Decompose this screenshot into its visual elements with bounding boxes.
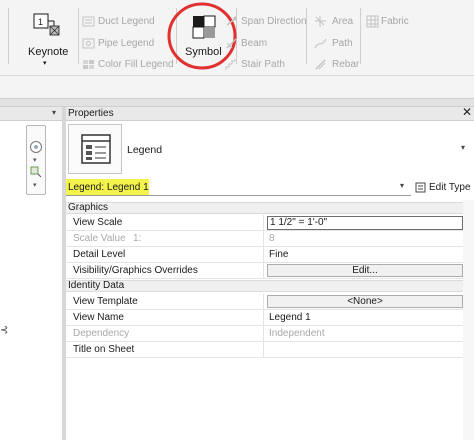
edit-type-label: Edit Type	[429, 182, 471, 193]
property-row-view-scale: View Scale 1 1/2" = 1'-0"	[66, 215, 474, 231]
view-name-value[interactable]: Legend 1	[269, 312, 311, 323]
keynote-icon: 1	[33, 13, 60, 36]
area-button[interactable]: Area	[315, 15, 360, 29]
property-row-vg-overrides: Visibility/Graphics Overrides Edit...	[66, 263, 474, 279]
pipe-legend-icon	[82, 38, 95, 49]
detail-level-value[interactable]: Fine	[269, 249, 288, 260]
chevron-down-icon[interactable]: ▾	[461, 143, 465, 152]
color-fill-legend-icon	[83, 60, 94, 69]
chevron-down-icon[interactable]: ▾	[33, 156, 37, 164]
fabric-icon	[366, 15, 379, 28]
path-label: Path	[332, 38, 353, 49]
pipe-legend-button[interactable]: Pipe Legend	[82, 37, 174, 51]
property-row-view-name[interactable]: View Name Legend 1	[66, 310, 474, 326]
rebar-icon	[315, 59, 326, 70]
ribbon-separator	[78, 8, 79, 64]
property-row-title-on-sheet[interactable]: Title on Sheet	[66, 342, 474, 358]
view-template-label: View Template	[73, 296, 138, 307]
instance-selector-label: Legend: Legend 1	[68, 182, 149, 193]
span-direction-label: Span Direction	[241, 16, 307, 27]
view-template-button[interactable]: <None>	[267, 295, 463, 308]
chevron-down-icon: ▾	[400, 181, 405, 190]
pane-menu-icon[interactable]: ▾	[52, 108, 56, 117]
edit-type-button[interactable]: Edit Type	[415, 180, 473, 195]
left-edge-mark: ⊰	[0, 325, 9, 336]
stair-path-button[interactable]: Stair Path	[225, 58, 299, 72]
path-button[interactable]: Path	[314, 37, 360, 51]
rebar-label: Rebar	[332, 59, 360, 70]
properties-title: Properties	[68, 108, 114, 119]
dependency-value: Independent	[269, 328, 325, 339]
fabric-label: Fabric	[381, 16, 409, 27]
legend-view-icon	[81, 134, 111, 164]
section-graphics-label: Graphics	[68, 202, 109, 213]
view-name-label: View Name	[73, 312, 124, 323]
property-row-scale-value: Scale Value 1: 8	[66, 231, 474, 247]
span-direction-icon	[226, 16, 237, 26]
color-fill-legend-label: Color Fill Legend	[98, 59, 174, 70]
close-icon[interactable]: ✕	[462, 105, 472, 119]
property-row-detail-level[interactable]: Detail Level Fine	[66, 247, 474, 263]
navigation-bar: ▾ ▾	[26, 125, 46, 195]
view-scale-field[interactable]: 1 1/2" = 1'-0"	[267, 216, 463, 230]
steering-wheel-icon[interactable]	[29, 140, 43, 154]
fabric-button[interactable]: Fabric	[366, 15, 416, 29]
path-icon	[314, 38, 327, 49]
dependency-label: Dependency	[73, 328, 130, 339]
chevron-down-icon[interactable]: ▾	[33, 181, 37, 189]
duct-legend-label: Duct Legend	[98, 16, 155, 27]
svg-text:1: 1	[38, 17, 43, 27]
ribbon-separator	[360, 8, 361, 64]
instance-selector[interactable]: Legend: Legend 1 ▾	[66, 180, 411, 196]
vg-overrides-edit-button[interactable]: Edit...	[267, 264, 463, 277]
beam-label: Beam	[241, 38, 268, 49]
keynote-label: Keynote	[28, 46, 69, 58]
duct-legend-icon	[82, 16, 95, 27]
type-name: Legend	[127, 144, 163, 156]
left-pane-header: ▾	[0, 107, 64, 121]
zoom-icon[interactable]	[30, 166, 42, 178]
chevron-down-icon: ▾	[43, 60, 47, 67]
duct-legend-button[interactable]: Duct Legend	[82, 15, 174, 29]
ribbon-bottom-strip	[0, 98, 474, 107]
section-identity-label: Identity Data	[68, 280, 125, 291]
beam-button[interactable]: Beam	[226, 37, 299, 51]
property-row-view-template: View Template <None>	[66, 294, 474, 310]
stair-path-label: Stair Path	[241, 59, 285, 70]
legend-type-thumbnail	[68, 124, 122, 174]
view-scale-label: View Scale	[73, 217, 123, 228]
area-icon	[315, 16, 326, 27]
edit-type-icon	[415, 182, 426, 193]
properties-scrollbar[interactable]	[463, 200, 474, 440]
scale-value-value: 8	[269, 233, 275, 244]
ribbon-separator	[8, 8, 9, 64]
ribbon-panel-bar	[0, 75, 474, 76]
detail-level-label: Detail Level	[73, 249, 126, 260]
span-direction-button[interactable]: Span Direction	[226, 15, 311, 29]
property-row-dependency: Dependency Independent	[66, 326, 474, 342]
pipe-legend-label: Pipe Legend	[98, 38, 155, 49]
vg-overrides-label: Visibility/Graphics Overrides	[73, 265, 198, 276]
section-identity-data[interactable]: Identity Data ⌃	[66, 279, 474, 292]
rebar-button[interactable]: Rebar	[315, 58, 360, 72]
properties-title-bar: Properties ✕	[66, 105, 474, 121]
keynote-button[interactable]: 1 Keynote ▾	[22, 8, 72, 67]
beam-icon	[226, 38, 237, 49]
area-label: Area	[332, 16, 354, 27]
scale-value-label: Scale Value	[73, 233, 126, 244]
scale-value-prefix: 1:	[133, 233, 142, 244]
color-fill-legend-button[interactable]: Color Fill Legend	[82, 58, 174, 72]
section-graphics[interactable]: Graphics ⌃	[66, 201, 474, 214]
title-on-sheet-label: Title on Sheet	[73, 344, 135, 355]
stair-path-icon	[225, 59, 236, 70]
